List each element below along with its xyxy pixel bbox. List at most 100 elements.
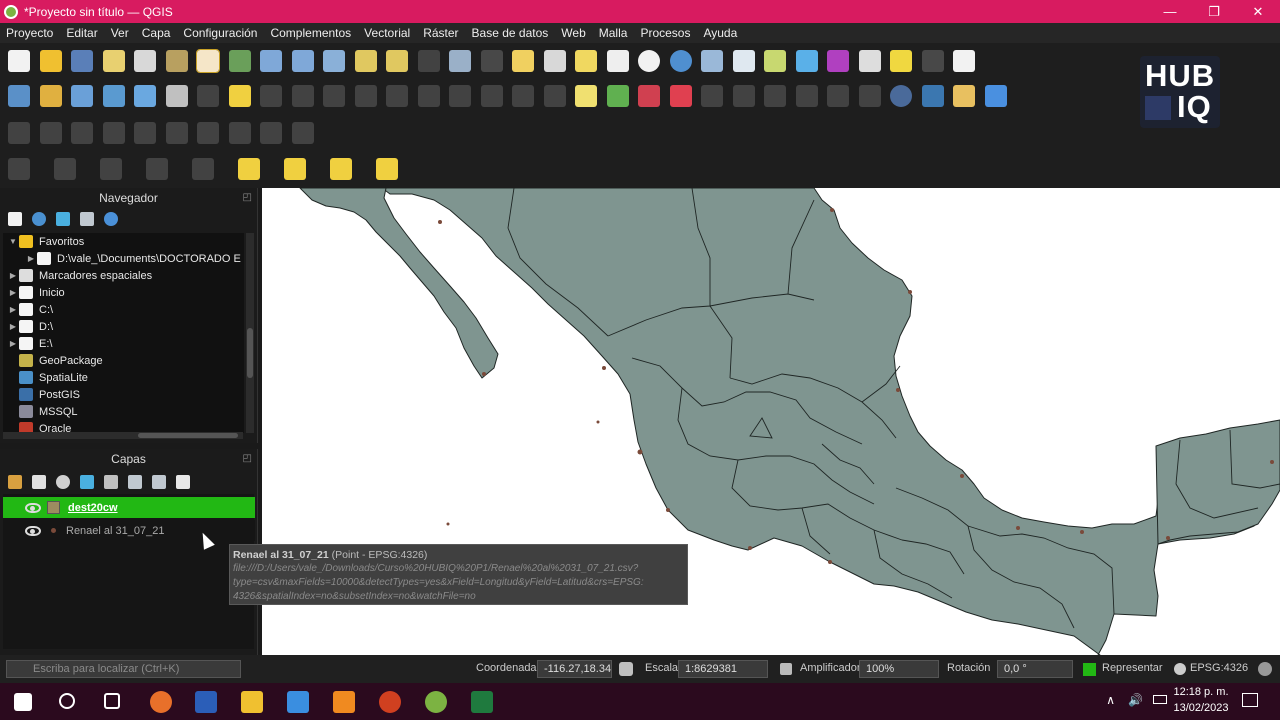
file-explorer-icon[interactable] [241, 691, 263, 713]
collapse-layers-icon[interactable] [152, 475, 166, 489]
maximize-button[interactable]: ❐ [1192, 0, 1236, 23]
paste-features-icon[interactable] [480, 85, 503, 107]
visibility-eye-icon[interactable] [25, 502, 41, 513]
crs-button[interactable]: EPSG:4326 [1190, 662, 1248, 674]
new-bookmark-icon[interactable] [575, 50, 597, 72]
volume-icon[interactable]: 🔊 [1128, 693, 1143, 707]
expand-arrow-icon[interactable]: ▶ [7, 288, 19, 297]
lock-scale-icon[interactable] [780, 663, 792, 675]
menu-base-de-datos[interactable]: Base de datos [472, 26, 549, 40]
select-features-icon[interactable] [238, 158, 260, 180]
menu-editar[interactable]: Editar [66, 26, 97, 40]
sublime-icon[interactable] [333, 691, 355, 713]
pin-labels-icon[interactable] [701, 85, 723, 107]
label-diagram-icon[interactable] [638, 85, 660, 107]
text-annotation-icon[interactable] [953, 50, 975, 72]
undo-icon[interactable] [512, 85, 534, 107]
open-project-icon[interactable] [39, 50, 62, 72]
qgis-taskbar-icon[interactable] [425, 691, 447, 713]
field-calculator-icon[interactable] [764, 50, 786, 72]
layout-manager-icon[interactable] [134, 50, 156, 72]
new-3d-view-icon[interactable] [543, 50, 566, 72]
save-edits-icon[interactable] [260, 85, 282, 107]
toggle-editing-icon[interactable] [228, 85, 251, 107]
word-icon[interactable] [195, 691, 217, 713]
menu-capa[interactable]: Capa [142, 26, 171, 40]
mail-icon[interactable] [287, 691, 309, 713]
menu-complementos[interactable]: Complementos [270, 26, 351, 40]
menu-ayuda[interactable]: Ayuda [703, 26, 737, 40]
label-properties-icon[interactable] [858, 85, 881, 107]
zoom-to-layer-icon[interactable] [386, 50, 408, 72]
excel-icon[interactable] [471, 691, 493, 713]
save-project-icon[interactable] [71, 50, 93, 72]
select-by-value-icon[interactable] [284, 158, 306, 180]
pan-to-selection-icon[interactable] [228, 50, 251, 72]
menu-raster[interactable]: Ráster [423, 26, 458, 40]
show-hide-labels-icon[interactable] [732, 85, 755, 107]
menu-configuracion[interactable]: Configuración [183, 26, 257, 40]
close-button[interactable]: ✕ [1236, 0, 1280, 23]
new-layer-icon[interactable] [39, 85, 62, 107]
scale-combobox[interactable]: 1:8629381 [678, 660, 768, 678]
collapse-all-icon[interactable] [80, 212, 94, 226]
show-bookmarks-icon[interactable] [606, 50, 629, 72]
raster-tool-9-icon[interactable] [260, 122, 282, 144]
zoom-full-icon[interactable] [323, 50, 345, 72]
data-source-manager-icon[interactable] [8, 85, 30, 107]
clock-date[interactable]: 13/02/2023 [1173, 702, 1229, 714]
coordinate-field[interactable]: -116.27,18.34 [537, 660, 612, 678]
annotation-icon[interactable] [921, 50, 944, 72]
menu-malla[interactable]: Malla [599, 26, 628, 40]
add-delimited-text-icon[interactable] [71, 85, 93, 107]
menu-web[interactable]: Web [561, 26, 585, 40]
highlight-pinned-labels-icon[interactable] [669, 85, 692, 107]
add-feature-icon[interactable] [291, 85, 314, 107]
menu-ver[interactable]: Ver [111, 26, 129, 40]
expand-arrow-icon[interactable]: ▶ [25, 254, 37, 263]
rotation-spinbox[interactable]: 0,0 ° [997, 660, 1073, 678]
new-print-layout-icon[interactable] [102, 50, 125, 72]
raster-tool-3-icon[interactable] [71, 122, 93, 144]
tray-chevron-icon[interactable]: ∧ [1106, 693, 1115, 707]
plugin-globe-icon[interactable] [890, 85, 912, 107]
navigator-item[interactable]: GeoPackage [3, 352, 244, 369]
navigator-item[interactable]: MSSQL [3, 403, 244, 420]
raster-tool-10-icon[interactable] [291, 122, 314, 144]
toggle-extent-icon[interactable] [619, 662, 633, 676]
locator-search-input[interactable]: Escriba para localizar (Ctrl+K) [6, 660, 241, 678]
task-view-icon[interactable] [104, 693, 120, 709]
expand-all-icon[interactable] [128, 475, 142, 489]
raster-tool-8-icon[interactable] [228, 122, 251, 144]
digitize-ellipse-icon[interactable] [100, 158, 122, 180]
point-symbol-icon[interactable] [51, 528, 56, 533]
layer-row-renael[interactable]: Renael al 31_07_21 [3, 520, 255, 541]
expand-arrow-icon[interactable]: ▼ [7, 237, 19, 246]
redo-icon[interactable] [543, 85, 566, 107]
pan-map-icon[interactable] [196, 49, 220, 73]
expand-arrow-icon[interactable]: ▶ [7, 322, 19, 331]
refresh-browser-icon[interactable] [32, 212, 46, 226]
digitize-rectangle-icon[interactable] [146, 158, 168, 180]
attribute-table-icon[interactable] [732, 50, 755, 72]
navigator-item[interactable]: PostGIS [3, 386, 244, 403]
new-project-icon[interactable] [8, 50, 30, 72]
navigator-item[interactable]: ▶ D:\vale_\Documents\DOCTORADO E [3, 250, 244, 267]
menu-vectorial[interactable]: Vectorial [364, 26, 410, 40]
vertex-tool-icon[interactable] [323, 85, 345, 107]
search-icon[interactable] [59, 693, 75, 709]
filter-icon[interactable] [56, 212, 70, 226]
polygon-symbol-icon[interactable] [47, 501, 60, 514]
layers-close-icon[interactable]: ◰ [243, 449, 252, 469]
filter-legend-icon[interactable] [80, 475, 94, 489]
notifications-icon[interactable] [1242, 693, 1258, 707]
navigator-close-icon[interactable]: ◰ [243, 188, 252, 208]
raster-tool-1-icon[interactable] [8, 122, 30, 144]
temporal-controller-icon[interactable] [638, 50, 660, 72]
zoom-last-icon[interactable] [449, 50, 471, 72]
digitize-polygon-icon[interactable] [192, 158, 214, 180]
battery-icon[interactable] [1153, 695, 1167, 704]
minimize-button[interactable]: — [1148, 0, 1192, 23]
zoom-out-icon[interactable] [291, 50, 314, 72]
navigator-item[interactable]: ▶ C:\ [3, 301, 244, 318]
